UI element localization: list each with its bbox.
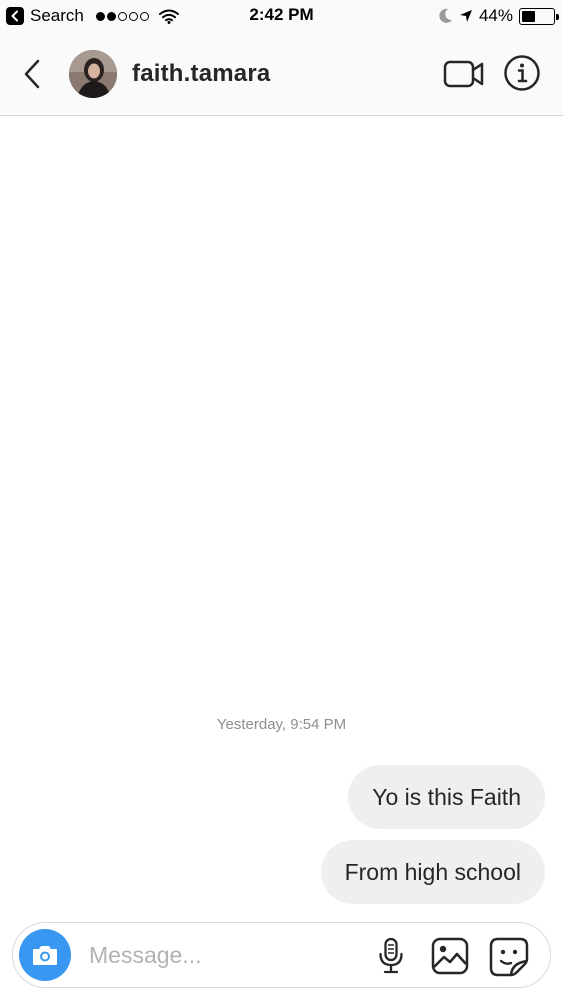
chat-username[interactable]: faith.tamara: [132, 60, 270, 88]
camera-button[interactable]: [19, 929, 71, 981]
video-call-icon: [443, 60, 484, 88]
back-arrow-icon: [24, 59, 40, 89]
avatar[interactable]: [69, 50, 117, 98]
sticker-button[interactable]: [489, 937, 529, 977]
info-button[interactable]: [503, 54, 541, 92]
sticker-icon: [489, 937, 529, 977]
chat-header: faith.tamara: [0, 32, 563, 116]
battery-percent: 44%: [478, 6, 513, 25]
info-icon: [504, 55, 540, 91]
video-call-button[interactable]: [443, 56, 485, 92]
microphone-icon: [379, 937, 403, 974]
battery-icon: [519, 7, 559, 25]
message-composer: [12, 922, 551, 988]
location-arrow-icon: [459, 10, 472, 22]
status-bar: Search 2:42 PM 44%: [0, 0, 563, 32]
message-bubble[interactable]: Yo is this Faith: [348, 765, 545, 829]
message-input[interactable]: [89, 938, 349, 972]
moon-icon: [439, 8, 452, 23]
gallery-button[interactable]: [431, 937, 469, 975]
back-button[interactable]: [18, 56, 48, 92]
voice-message-button[interactable]: [377, 937, 405, 975]
battery-fill: [522, 10, 536, 22]
camera-icon: [33, 946, 57, 965]
message-bubble[interactable]: From high school: [320, 840, 545, 904]
gallery-icon: [431, 937, 469, 975]
message-timestamp: Yesterday, 9:54 PM: [216, 716, 347, 733]
